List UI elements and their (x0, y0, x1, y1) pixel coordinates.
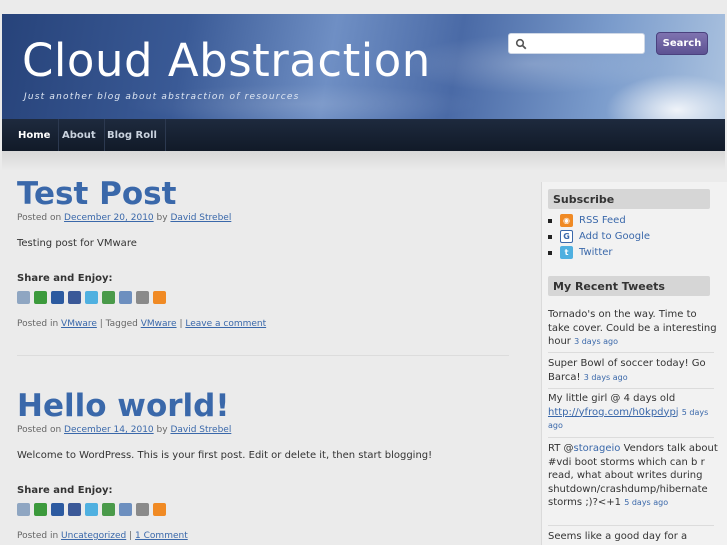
site-header: Cloud Abstraction Just another blog abou… (2, 14, 725, 151)
post-meta: Posted on December 20, 2010 by David Str… (17, 213, 232, 223)
share-label: Share and Enjoy: (17, 273, 113, 284)
reddit-icon[interactable] (136, 291, 149, 304)
post-body: Testing post for VMware (17, 238, 137, 249)
post-footer: Posted in VMware | Tagged VMware | Leave… (17, 319, 267, 329)
nav-about[interactable]: About (54, 119, 105, 151)
reddit-icon[interactable] (136, 503, 149, 516)
rss-icon: ◉ (560, 214, 573, 227)
tweet: Super Bowl of soccer today! Go Barca! 3 … (548, 358, 706, 383)
widget-title-tweets: My Recent Tweets (548, 276, 710, 296)
post-author-link[interactable]: David Strebel (170, 213, 231, 223)
facebook-icon[interactable] (68, 291, 81, 304)
post-meta: Posted on December 14, 2010 by David Str… (17, 425, 232, 435)
search-button[interactable]: Search (656, 32, 708, 55)
linkedin-icon[interactable] (119, 291, 132, 304)
rss-icon[interactable] (153, 503, 166, 516)
site-title[interactable]: Cloud Abstraction (22, 34, 431, 87)
tweet: RT @storageio Vendors talk about #vdi bo… (548, 443, 718, 508)
subscribe-rss[interactable]: ◉ RSS Feed (548, 214, 626, 227)
mention-link[interactable]: storageio (574, 443, 621, 454)
tweet-time-link[interactable]: 3 days ago (574, 337, 618, 346)
subscribe-twitter[interactable]: t Twitter (548, 246, 613, 259)
widget-title-subscribe: Subscribe (548, 189, 710, 209)
twitter-icon[interactable] (85, 503, 98, 516)
twitter-icon[interactable] (85, 291, 98, 304)
post-title[interactable]: Hello world! (17, 388, 230, 424)
post-title[interactable]: Test Post (17, 176, 176, 212)
facebook-icon[interactable] (68, 503, 81, 516)
tweet: My little girl @ 4 days old http://yfrog… (548, 393, 709, 430)
post-author-link[interactable]: David Strebel (170, 425, 231, 435)
tweet: Seems like a good day for a (548, 531, 688, 542)
category-link[interactable]: Uncategorized (61, 531, 126, 541)
delicious-icon[interactable] (51, 503, 64, 516)
post-body: Welcome to WordPress. This is your first… (17, 450, 433, 461)
main-content: Test Post Posted on December 20, 2010 by… (0, 170, 527, 545)
comment-link[interactable]: Leave a comment (185, 319, 266, 329)
rss-icon[interactable] (153, 291, 166, 304)
post-divider (17, 355, 509, 356)
stumbleupon-icon[interactable] (34, 291, 47, 304)
search-icon (515, 38, 527, 50)
post-footer: Posted in Uncategorized | 1 Comment (17, 531, 188, 541)
digg-icon[interactable] (17, 291, 30, 304)
share-label: Share and Enjoy: (17, 485, 113, 496)
search-input[interactable] (508, 33, 645, 54)
tweet-link[interactable]: http://yfrog.com/h0kpdypj (548, 407, 679, 418)
content-band (2, 151, 725, 171)
google-icon: G (560, 230, 573, 243)
stumbleupon-icon[interactable] (34, 503, 47, 516)
twitter-icon: t (560, 246, 573, 259)
share-icons (17, 291, 166, 304)
post-date-link[interactable]: December 14, 2010 (64, 425, 154, 435)
main-nav: Home About Blog Roll (2, 119, 725, 151)
category-link[interactable]: VMware (61, 319, 97, 329)
google-icon[interactable] (102, 503, 115, 516)
digg-icon[interactable] (17, 503, 30, 516)
sidebar: Subscribe ◉ RSS Feed G Add to Google t T… (541, 182, 727, 545)
post-date-link[interactable]: December 20, 2010 (64, 213, 154, 223)
site-tagline: Just another blog about abstraction of r… (24, 92, 300, 102)
tweet-time-link[interactable]: 3 days ago (584, 373, 628, 382)
tag-link[interactable]: VMware (141, 319, 177, 329)
comment-link[interactable]: 1 Comment (135, 531, 188, 541)
linkedin-icon[interactable] (119, 503, 132, 516)
tweet: Tornado's on the way. Time to take cover… (548, 309, 717, 347)
share-icons (17, 503, 166, 516)
tweet-time-link[interactable]: 5 days ago (624, 498, 668, 507)
subscribe-google[interactable]: G Add to Google (548, 230, 650, 243)
delicious-icon[interactable] (51, 291, 64, 304)
google-icon[interactable] (102, 291, 115, 304)
nav-blog-roll[interactable]: Blog Roll (99, 119, 166, 151)
nav-home[interactable]: Home (10, 119, 60, 151)
